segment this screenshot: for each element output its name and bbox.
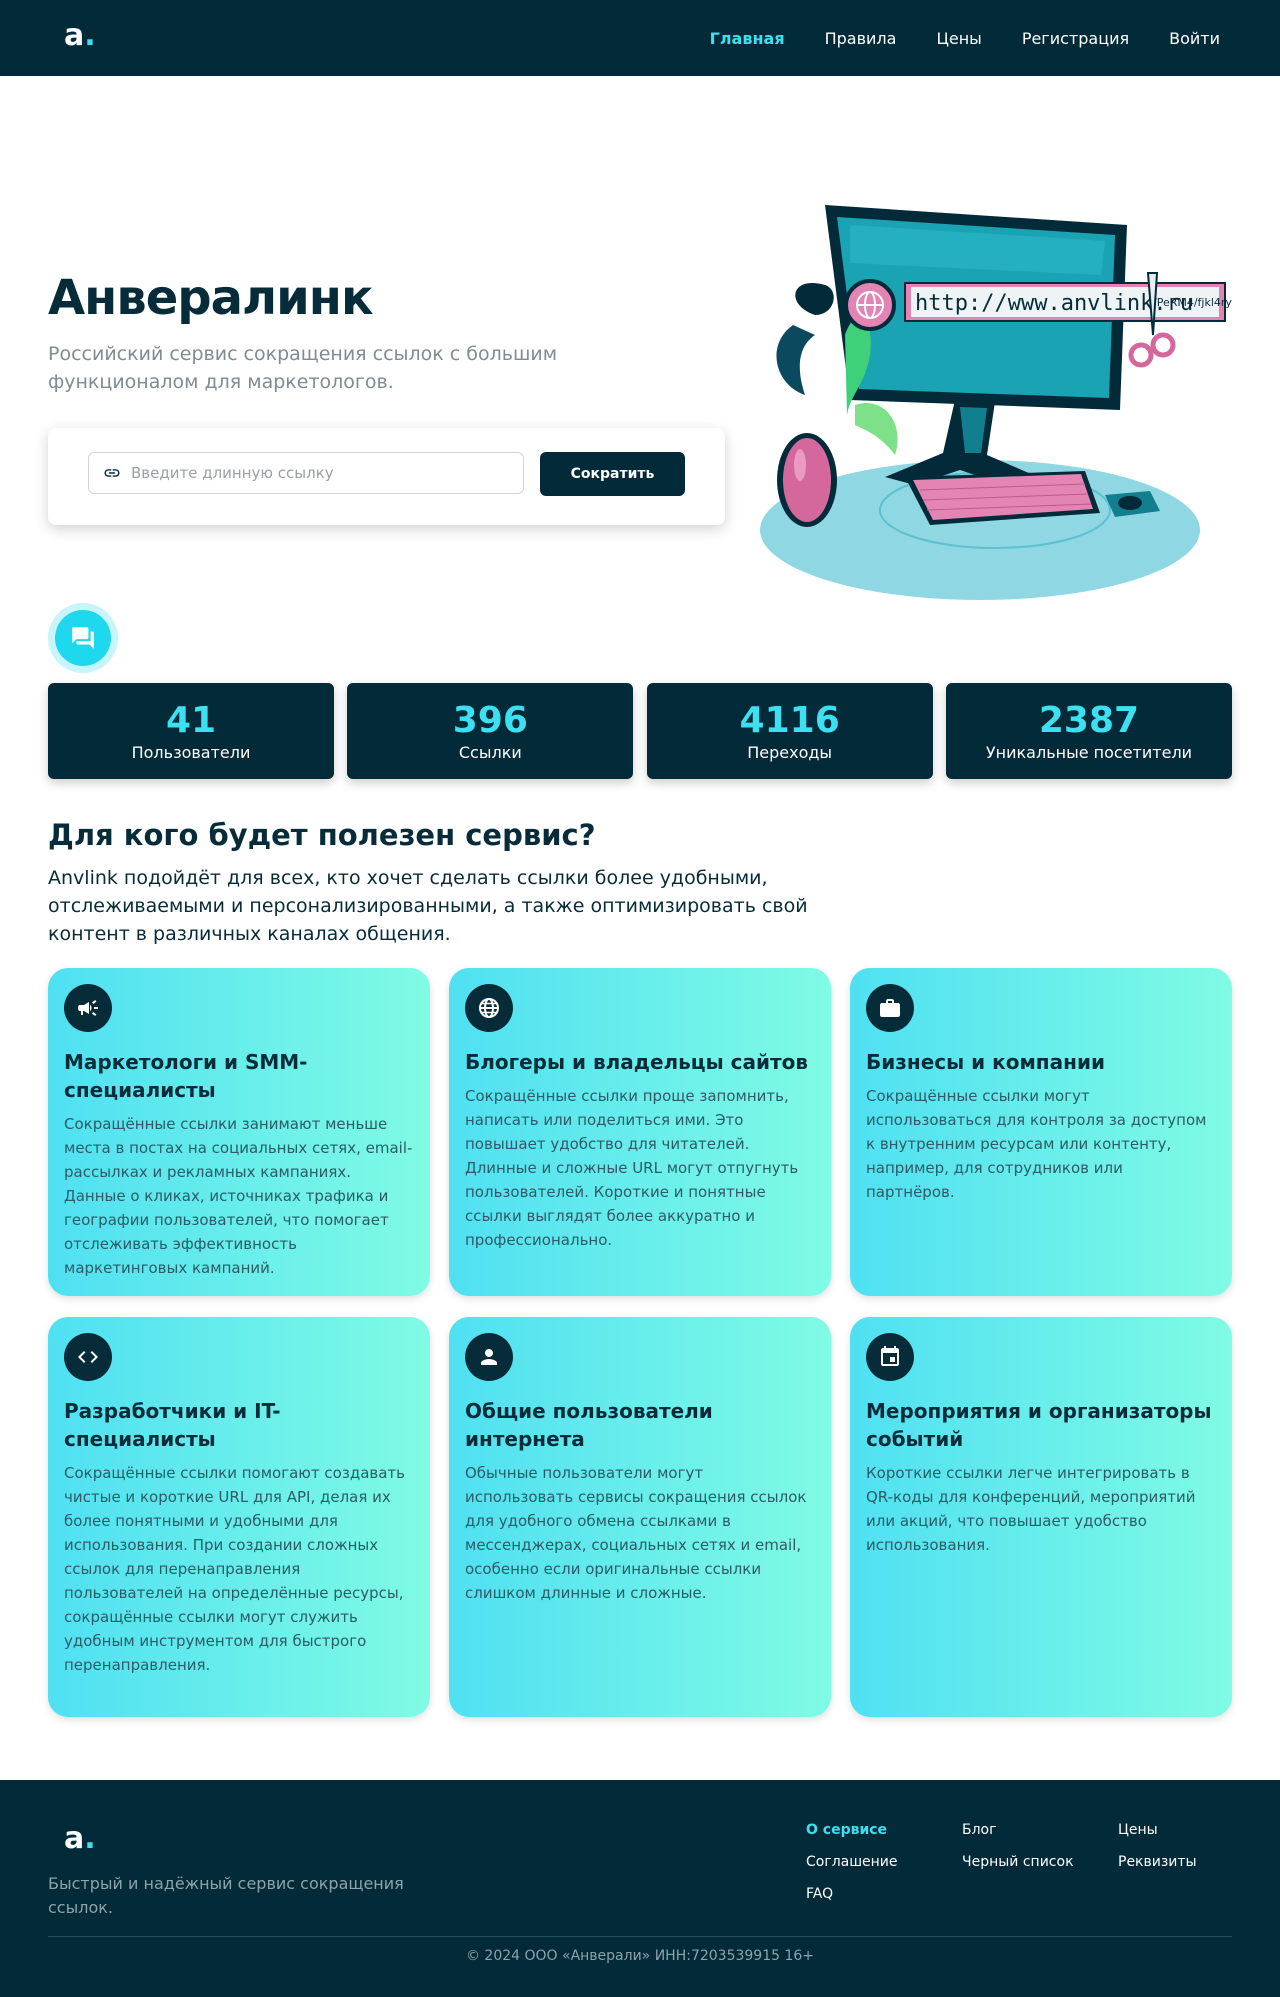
footer-link-blog[interactable]: Блог — [962, 1820, 1118, 1840]
stat-value: 41 — [165, 699, 217, 741]
footer-divider — [48, 1936, 1232, 1937]
hero-title: Анвералинк — [48, 270, 374, 326]
card-title: Мероприятия и организаторы событий — [866, 1399, 1212, 1451]
navbar: a. Главная Правила Цены Регистрация Войт… — [0, 0, 1280, 76]
megaphone-icon — [64, 984, 112, 1032]
stat-value: 396 — [452, 699, 528, 741]
shorten-form: Сократить — [48, 428, 725, 525]
hero-illustration: http://www.anvlink.ru /PeRM4/fjkl4ry — [760, 205, 1232, 600]
illustration-url-tail: /PeRM4/fjkl4ry — [1153, 296, 1232, 309]
stat-users: 41 Пользователи — [48, 683, 334, 779]
nav-link-register[interactable]: Регистрация — [1022, 29, 1129, 48]
card-title: Разработчики и IT-специалисты — [64, 1399, 281, 1451]
chat-button[interactable] — [48, 603, 118, 673]
audience-card-events: Мероприятия и организаторы событий Корот… — [850, 1317, 1232, 1717]
globe-icon — [465, 984, 513, 1032]
url-input[interactable] — [131, 464, 511, 482]
stat-label: Ссылки — [458, 742, 522, 762]
stat-label: Уникальные посетители — [985, 742, 1193, 762]
card-title: Общие пользователи интернета — [465, 1399, 713, 1451]
card-text: Сокращённые ссылки могут использоваться … — [866, 1087, 1207, 1201]
chat-button-inner — [55, 610, 111, 666]
card-text: Короткие ссылки легче интегрировать в QR… — [866, 1464, 1196, 1554]
card-title: Блогеры и владельцы сайтов — [465, 1050, 809, 1074]
audience-card-business: Бизнесы и компании Сокращённые ссылки мо… — [850, 968, 1232, 1296]
stat-links: 396 Ссылки — [347, 683, 634, 779]
stat-label: Пользователи — [131, 742, 251, 762]
chat-icon — [72, 627, 94, 649]
stat-value: 2387 — [1038, 699, 1140, 741]
footer-tagline: Быстрый и надёжный сервис сокращения ссы… — [48, 1874, 404, 1917]
audience-cards: Маркетологи и SMM-специалисты Сокращённы… — [48, 968, 1232, 1717]
stat-value: 4116 — [739, 699, 840, 741]
nav-link-login[interactable]: Войти — [1169, 29, 1220, 48]
user-icon — [465, 1333, 513, 1381]
footer-link-faq[interactable]: FAQ — [806, 1884, 962, 1904]
hero-subtitle: Российский сервис сокращения ссылок с бо… — [48, 343, 558, 393]
footer-links: О сервисе Блог Цены Соглашение Черный сп… — [806, 1820, 1238, 1904]
footer-link-agreement[interactable]: Соглашение — [806, 1852, 962, 1872]
card-text: Сокращённые ссылки помогают создавать чи… — [64, 1464, 405, 1674]
footer-link-prices[interactable]: Цены — [1118, 1820, 1238, 1840]
url-input-wrapper[interactable] — [88, 452, 524, 494]
card-title: Бизнесы и компании — [866, 1050, 1105, 1074]
card-text: Сокращённые ссылки занимают меньше места… — [64, 1115, 413, 1277]
audience-card-developers: Разработчики и IT-специалисты Сокращённы… — [48, 1317, 430, 1717]
nav-link-home[interactable]: Главная — [710, 29, 785, 48]
stats-row: 41 Пользователи 396 Ссылки 4116 Переходы… — [48, 683, 1232, 779]
card-text: Обычные пользователи могут использовать … — [465, 1464, 807, 1602]
code-icon — [64, 1333, 112, 1381]
shorten-button[interactable]: Сократить — [540, 452, 685, 496]
footer-copyright: © 2024 ООО «Анверали» ИНН:7203539915 16+ — [465, 1948, 815, 1964]
card-text: Сокращённые ссылки проще запомнить, напи… — [465, 1087, 799, 1249]
nav-link-rules[interactable]: Правила — [825, 29, 897, 48]
footer-logo[interactable]: a. — [64, 1824, 96, 1854]
stat-clicks: 4116 Переходы — [646, 683, 933, 779]
card-title: Маркетологи и SMM-специалисты — [64, 1050, 308, 1102]
logo[interactable]: a. — [64, 21, 96, 51]
stat-unique-visitors: 2387 Уникальные посетители — [945, 683, 1232, 779]
calendar-icon — [866, 1333, 914, 1381]
nav-menu: Главная Правила Цены Регистрация Войти — [670, 0, 1220, 76]
audience-card-bloggers: Блогеры и владельцы сайтов Сокращённые с… — [449, 968, 831, 1296]
audience-card-marketers: Маркетологи и SMM-специалисты Сокращённы… — [48, 968, 430, 1296]
audience-card-users: Общие пользователи интернета Обычные пол… — [449, 1317, 831, 1717]
stat-label: Переходы — [747, 742, 833, 762]
audience-title: Для кого будет полезен сервис? — [48, 818, 596, 852]
footer-link-blacklist[interactable]: Черный список — [962, 1852, 1118, 1872]
briefcase-icon — [866, 984, 914, 1032]
footer-link-requisites[interactable]: Реквизиты — [1118, 1852, 1238, 1872]
nav-link-prices[interactable]: Цены — [936, 29, 981, 48]
footer-link-about[interactable]: О сервисе — [806, 1820, 962, 1840]
footer: a. Быстрый и надёжный сервис сокращения … — [0, 1780, 1280, 1997]
audience-description: Anvlink подойдёт для всех, кто хочет сде… — [48, 867, 808, 945]
link-icon — [104, 469, 120, 477]
